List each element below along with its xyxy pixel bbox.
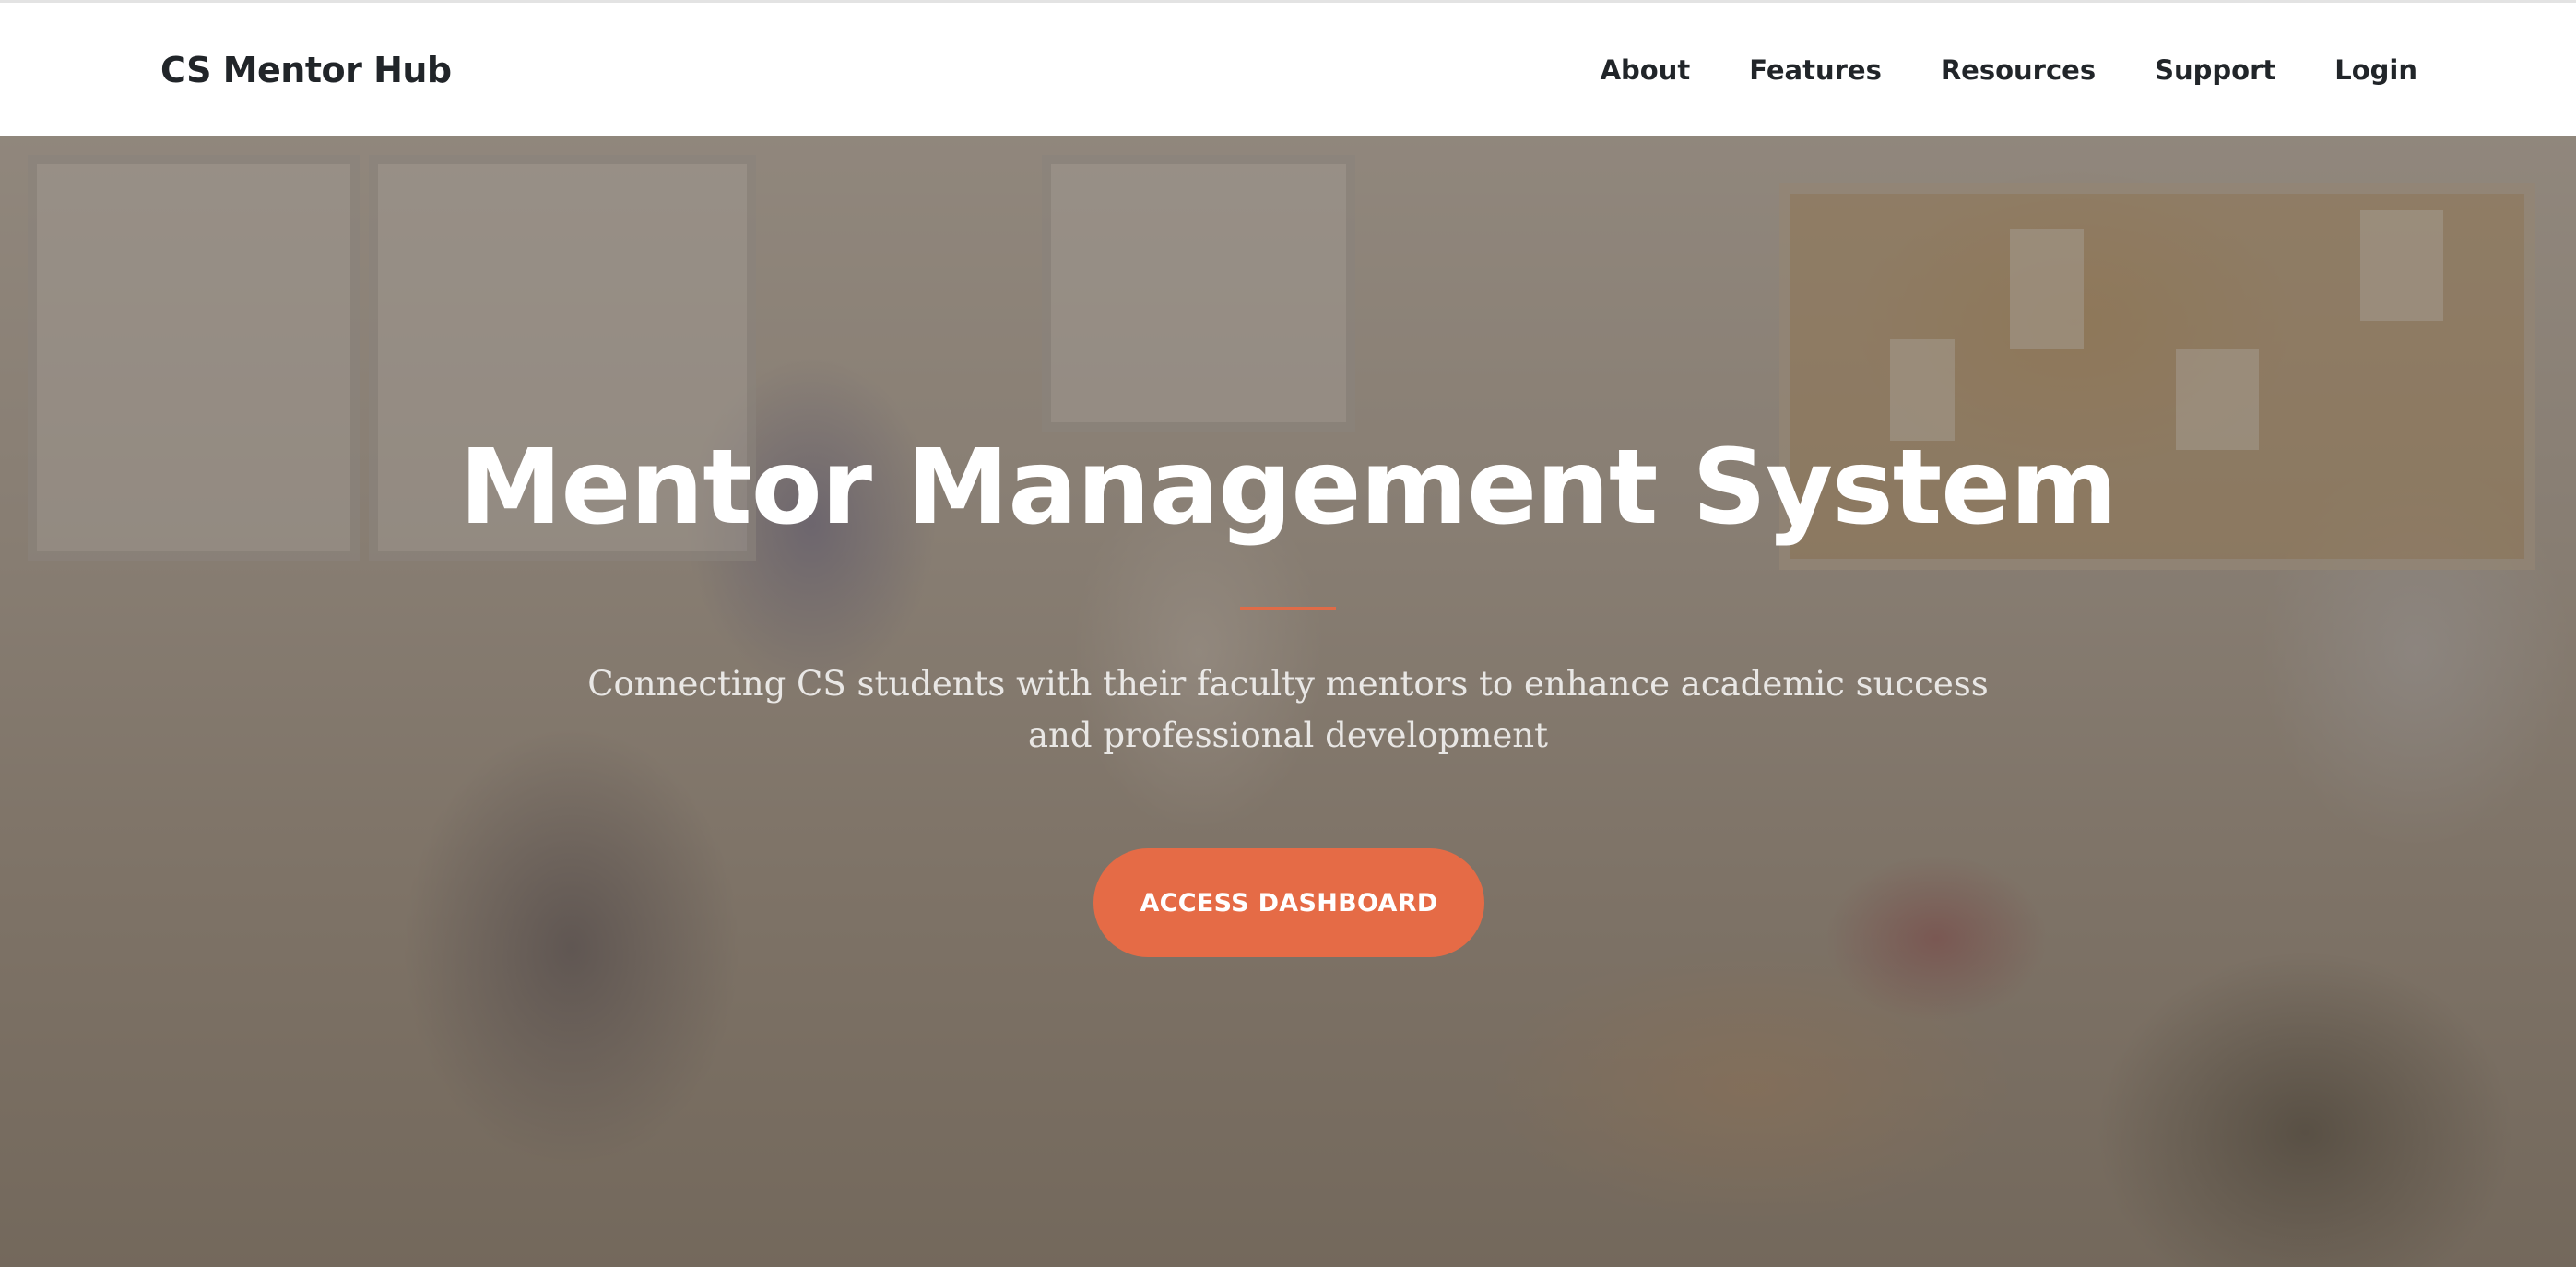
- nav-link-login[interactable]: Login: [2334, 54, 2417, 86]
- nav-link-support[interactable]: Support: [2155, 54, 2275, 86]
- access-dashboard-button[interactable]: ACCESS DASHBOARD: [1093, 848, 1484, 957]
- brand-logo[interactable]: CS Mentor Hub: [160, 50, 452, 90]
- nav-link-features[interactable]: Features: [1749, 54, 1882, 86]
- hero-subtitle: Connecting CS students with their facult…: [587, 664, 1989, 755]
- nav-links: About Features Resources Support Login: [1542, 54, 2417, 86]
- hero-section: Mentor Management System Connecting CS s…: [0, 136, 2576, 1267]
- nav-link-about[interactable]: About: [1601, 54, 1691, 86]
- hero-content: Mentor Management System Connecting CS s…: [0, 136, 2576, 1267]
- nav-link-resources[interactable]: Resources: [1941, 54, 2096, 86]
- hero-title: Mentor Management System: [459, 428, 2118, 548]
- hero-divider: [1240, 607, 1336, 610]
- top-navbar: CS Mentor Hub About Features Resources S…: [0, 0, 2576, 136]
